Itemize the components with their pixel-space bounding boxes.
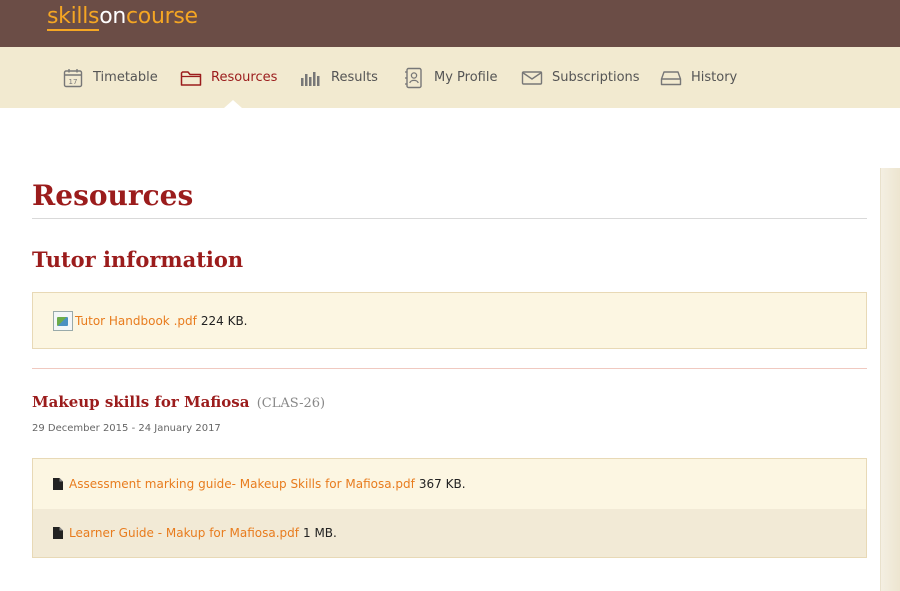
course-files-box: Assessment marking guide- Makeup Skills … xyxy=(32,458,867,558)
envelope-icon xyxy=(521,67,543,89)
brand-logo[interactable]: skillsoncourse xyxy=(47,2,198,32)
file-row: Assessment marking guide- Makeup Skills … xyxy=(33,459,866,509)
nav-label-resources: Resources xyxy=(211,70,278,85)
file-size: 1 MB. xyxy=(303,526,337,540)
course-dates: 29 December 2015 - 24 January 2017 xyxy=(32,423,221,434)
nav-item-subscriptions[interactable]: Subscriptions xyxy=(521,47,640,108)
profile-icon xyxy=(403,67,425,89)
nav-label-results: Results xyxy=(331,70,378,85)
nav-item-timetable[interactable]: 17 Timetable xyxy=(62,47,158,108)
file-link-assessment-marking-guide[interactable]: Assessment marking guide- Makeup Skills … xyxy=(69,477,415,491)
nav-item-resources[interactable]: Resources xyxy=(180,47,277,108)
brand-skills: skills xyxy=(47,4,100,31)
file-link-learner-guide[interactable]: Learner Guide - Makup for Mafiosa.pdf xyxy=(69,526,299,540)
page-title: Resources xyxy=(32,179,194,212)
nav-label-timetable: Timetable xyxy=(93,70,158,85)
file-link-tutor-handbook[interactable]: Tutor Handbook .pdf xyxy=(75,314,197,328)
brand-course: course xyxy=(126,4,198,29)
calendar-icon: 17 xyxy=(62,67,84,89)
nav-label-subscriptions: Subscriptions xyxy=(552,70,640,85)
nav-item-results[interactable]: Results xyxy=(300,47,378,108)
file-row: Tutor Handbook .pdf 224 KB. xyxy=(33,293,866,348)
course-name: Makeup skills for Mafiosa xyxy=(32,393,250,411)
section-title-tutor-information: Tutor information xyxy=(32,247,244,272)
nav-item-my-profile[interactable]: My Profile xyxy=(403,47,497,108)
title-divider xyxy=(32,218,867,219)
broken-image-icon xyxy=(53,310,73,331)
file-size: 367 KB. xyxy=(418,477,466,491)
document-icon xyxy=(53,478,63,490)
svg-text:17: 17 xyxy=(69,78,78,86)
course-code: (CLAS-26) xyxy=(256,396,326,411)
scroll-track[interactable] xyxy=(880,168,900,591)
folder-icon xyxy=(180,67,202,89)
nav-label-history: History xyxy=(691,70,738,85)
archive-icon xyxy=(660,67,682,89)
file-size: 224 KB. xyxy=(200,313,248,328)
top-header: skillsoncourse xyxy=(0,0,900,47)
tutor-files-box: Tutor Handbook .pdf 224 KB. xyxy=(32,292,867,349)
nav-item-history[interactable]: History xyxy=(660,47,737,108)
nav-label-my-profile: My Profile xyxy=(434,70,498,85)
document-icon xyxy=(53,527,63,539)
course-title: Makeup skills for Mafiosa (CLAS-26) xyxy=(32,393,325,411)
main-nav: 17 Timetable Resources Results My Profil… xyxy=(0,47,900,108)
brand-on: on xyxy=(99,4,127,29)
bar-chart-icon xyxy=(300,67,322,89)
active-nav-pointer xyxy=(224,100,242,108)
file-row: Learner Guide - Makup for Mafiosa.pdf 1 … xyxy=(33,509,866,557)
section-divider xyxy=(32,368,867,369)
